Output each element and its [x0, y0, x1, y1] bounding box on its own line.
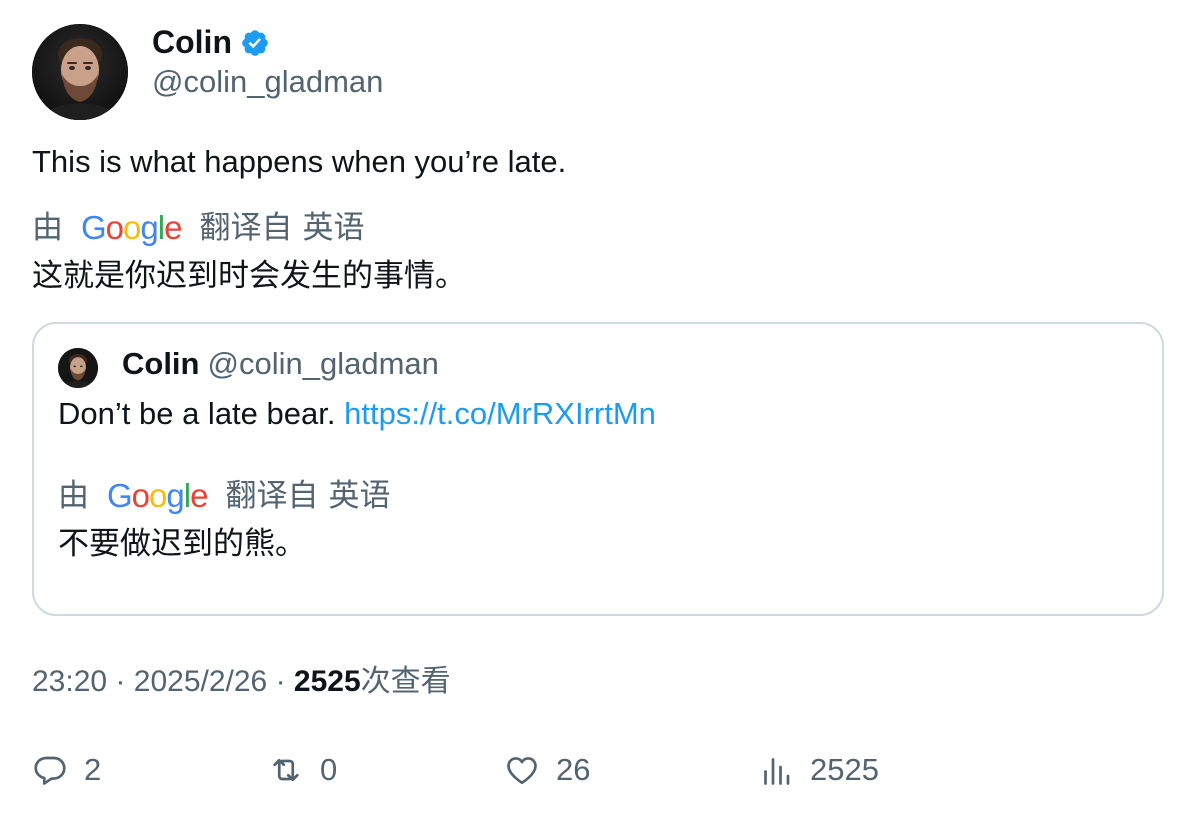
quote-translation-from-label: 翻译自 — [225, 478, 319, 514]
retweet-icon — [273, 758, 299, 782]
tweet-time[interactable]: 23:20 — [32, 665, 107, 698]
quote-translation-attribution[interactable]: 由 Google 翻译自 英语 — [58, 476, 390, 516]
quote-translated-text: 不要做迟到的熊。 — [58, 526, 306, 562]
author-avatar-image — [32, 24, 128, 120]
google-logo: Google — [81, 209, 182, 246]
tweet-text: This is what happens when you’re late. — [32, 144, 567, 179]
tweet-meta: 23:20 · 2025/2/26 · 2525次查看 — [32, 662, 451, 702]
views-label: 次查看 — [360, 664, 451, 699]
quote-author-row: Colin @colin_gladman — [122, 344, 439, 384]
translation-by-label: 由 — [32, 210, 63, 246]
quote-text: Don’t be a late bear. — [58, 396, 336, 431]
translated-text: 这就是你迟到时会发生的事情。 — [32, 258, 466, 294]
retweet-button[interactable]: 0 — [268, 748, 337, 792]
quote-translation-by-label: 由 — [58, 478, 89, 514]
retweet-count: 0 — [320, 752, 338, 787]
tweet-card: Colin @colin_gladman This is what happen… — [0, 0, 1196, 816]
action-bar: 2 0 26 2525 — [0, 748, 1196, 792]
author-name-row[interactable]: Colin — [152, 22, 270, 62]
quote-author-name: Colin — [122, 346, 200, 381]
translation-language: 英语 — [302, 210, 365, 246]
translation-attribution[interactable]: 由 Google 翻译自 英语 — [32, 208, 364, 248]
verified-badge-icon — [242, 30, 268, 56]
meta-separator-2: · — [275, 665, 286, 698]
quoted-tweet[interactable]: Colin @colin_gladman Don’t be a late bear… — [32, 322, 1164, 616]
views-count: 2525 — [293, 665, 361, 698]
author-handle[interactable]: @colin_gladman — [152, 63, 383, 101]
author-name[interactable]: Colin — [152, 22, 232, 62]
views-chart-icon — [764, 758, 790, 785]
like-count: 26 — [556, 752, 591, 787]
reply-icon — [34, 756, 66, 785]
quote-author-handle: @colin_gladman — [207, 346, 439, 381]
quote-translation-language: 英语 — [328, 478, 391, 514]
views-count-action: 2525 — [810, 752, 879, 787]
quote-avatar-image — [58, 348, 98, 388]
quote-google-logo: Google — [107, 477, 208, 514]
heart-icon — [507, 757, 537, 785]
quote-avatar — [58, 348, 98, 388]
like-button[interactable]: 26 — [504, 748, 590, 792]
translation-from-label: 翻译自 — [199, 210, 293, 246]
author-avatar[interactable] — [32, 24, 128, 120]
reply-button[interactable]: 2 — [32, 748, 101, 792]
quote-link[interactable]: https://t.co/MrRXIrrtMn — [344, 396, 656, 431]
quote-text-row: Don’t be a late bear. https://t.co/MrRXI… — [58, 394, 656, 434]
meta-separator: · — [115, 665, 126, 698]
reply-count: 2 — [84, 752, 102, 787]
tweet-date[interactable]: 2025/2/26 — [134, 665, 267, 698]
views-button[interactable]: 2525 — [758, 748, 879, 792]
